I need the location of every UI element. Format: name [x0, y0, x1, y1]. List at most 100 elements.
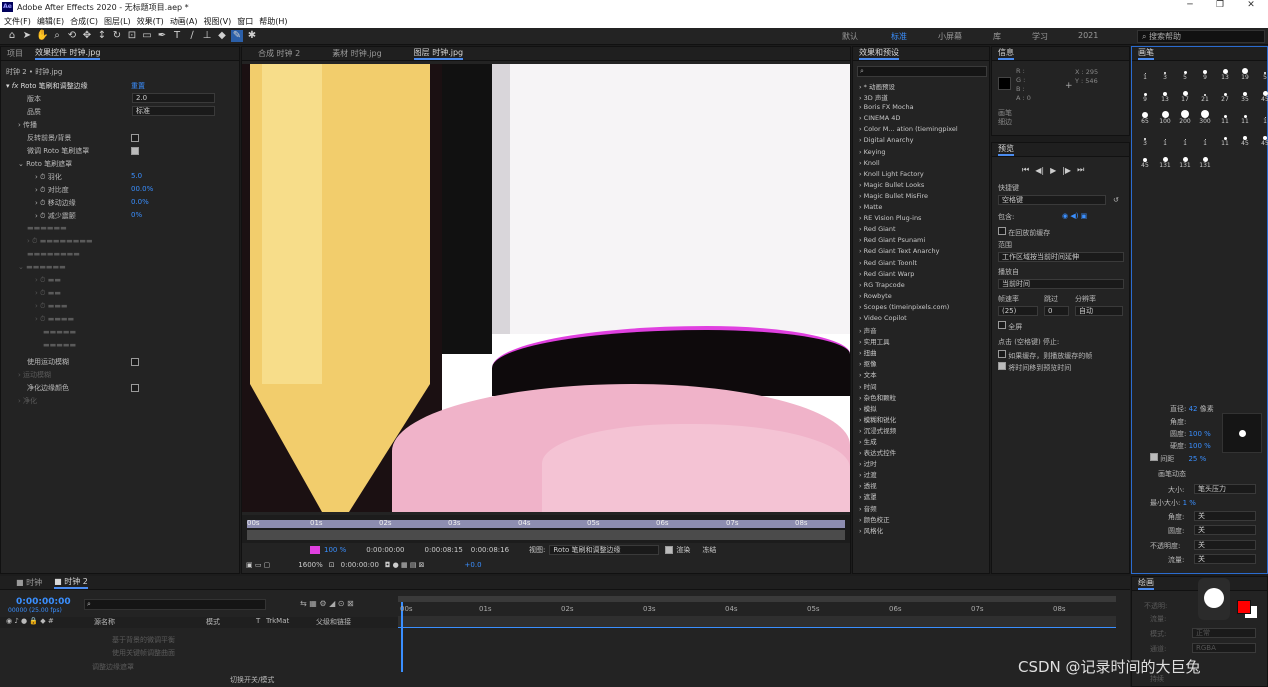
menu-composition[interactable]: 合成(C) [70, 16, 98, 27]
effects-category-item[interactable]: › Matte [855, 203, 989, 214]
brush-tip[interactable]: 27 [1216, 87, 1234, 103]
effects-category-item[interactable]: › 时间 [855, 381, 989, 392]
rotate-tool-icon[interactable]: ↻ [111, 30, 123, 42]
brush-tip[interactable]: 300 [1196, 109, 1214, 125]
brush-tip[interactable]: 11 [1216, 109, 1234, 125]
effects-category-item[interactable]: › 抠像 [855, 358, 989, 369]
effects-category-item[interactable]: › 透视 [855, 480, 989, 491]
brush-tip[interactable]: 21 [1196, 87, 1214, 103]
effects-category-item[interactable]: › 沉浸式视频 [855, 425, 989, 436]
shortcut-select[interactable]: 空格键 [998, 195, 1106, 205]
effects-category-item[interactable]: › Scopes (timeinpixels.com) [855, 303, 989, 314]
close-button[interactable]: ✕ [1241, 0, 1261, 10]
brush-tip[interactable]: 1 [1256, 109, 1268, 125]
av-switches-icons[interactable]: ◉ ♪ ● 🔒 ◆ # [6, 617, 54, 625]
effects-category-item[interactable]: › 过渡 [855, 469, 989, 480]
effects-category-item[interactable]: › 风格化 [855, 525, 989, 536]
brush-tip[interactable]: 11 [1216, 131, 1234, 147]
menu-edit[interactable]: 编辑(E) [37, 16, 64, 27]
decontaminate-checkbox[interactable] [131, 384, 139, 392]
duration-time[interactable]: 0:00:08:16 [471, 546, 509, 554]
effects-category-item[interactable]: › RG Trapcode [855, 281, 989, 292]
hand-tool-icon[interactable]: ✋ [36, 30, 48, 42]
brush-tip[interactable]: 35 [1236, 87, 1254, 103]
effects-category-item[interactable]: › 遮罩 [855, 491, 989, 502]
effects-category-item[interactable]: › Rowbyte [855, 292, 989, 303]
opt1-checkbox[interactable] [998, 350, 1006, 358]
roto-matte-row[interactable]: ⌄ Roto 笔刷遮罩 [18, 159, 72, 169]
pan-behind-icon[interactable]: ⊡ [126, 30, 138, 42]
brush-tip[interactable]: 1 [1176, 131, 1194, 147]
workspace-library[interactable]: 库 [993, 31, 1001, 42]
effects-category-item[interactable]: › Keying [855, 148, 989, 159]
hardness-value[interactable]: 100 % [1189, 442, 1211, 450]
render-checkbox[interactable] [665, 546, 674, 554]
paint-mode-select[interactable]: 正常 [1192, 628, 1256, 638]
timeline-work-area[interactable] [398, 596, 1116, 602]
timeline-layer-bar[interactable] [398, 616, 1116, 628]
tab-footage[interactable]: 素材 时钟.jpg [332, 48, 381, 59]
shift-edge-row[interactable]: › ⏱ 移动边缘 [35, 198, 76, 208]
maximize-button[interactable]: ❐ [1210, 0, 1230, 10]
effects-category-item[interactable]: › Color M... ation (tiemingpixel [855, 125, 989, 136]
brush-tip[interactable]: 45 [1256, 87, 1268, 103]
effects-category-item[interactable]: › 模拟 [855, 403, 989, 414]
opt2-checkbox[interactable] [998, 362, 1006, 370]
effects-category-item[interactable]: › Knoll Light Factory [855, 170, 989, 181]
matte-color-swatch[interactable] [310, 546, 320, 554]
brush-tip[interactable]: 1 [1156, 131, 1174, 147]
contrast-row[interactable]: › ⏱ 对比度 [35, 185, 69, 195]
opt1-row[interactable]: 如果缓存，则播放缓存的帧 [998, 350, 1092, 361]
zoom-tool-icon[interactable]: ⌕ [51, 30, 63, 42]
col-t[interactable]: T [256, 617, 260, 625]
brush-tip[interactable]: 131 [1176, 153, 1194, 169]
invert-checkbox[interactable] [131, 134, 139, 142]
contrast-value[interactable]: 00.0% [131, 185, 153, 193]
menu-window[interactable]: 窗口 [237, 16, 253, 27]
brush-tip[interactable]: 100 [1156, 109, 1174, 125]
roto-brush-icon[interactable]: ✎ [231, 30, 243, 42]
orbit-tool-icon[interactable]: ⟲ [66, 30, 78, 42]
motion-blur-group[interactable]: › 运动模糊 [18, 370, 51, 380]
current-time-display[interactable]: 0:00:00:00 [341, 561, 379, 569]
timeline-row-1[interactable]: 基于背景的微调平衡 [112, 635, 175, 645]
fine-tune-checkbox[interactable] [131, 147, 139, 155]
brush-tip[interactable]: 13 [1156, 87, 1174, 103]
brush-tip[interactable]: 45 [1256, 131, 1268, 147]
pen-tool-icon[interactable]: ✒ [156, 30, 168, 42]
brush-tip[interactable]: 5 [1176, 65, 1194, 81]
exposure-value[interactable]: +0.0 [465, 561, 482, 569]
tab-timeline-clock2[interactable]: ■ 时钟 2 [54, 576, 88, 589]
range-select[interactable]: 工作区域按当前时间延伸 [998, 252, 1124, 262]
tab-layer[interactable]: 图层 时钟.jpg [413, 47, 464, 60]
timeline-switch-icons[interactable]: ⇆ ▦ ⚙ ◢ ⊙ ⊠ [300, 599, 354, 608]
opt2-row[interactable]: 将时间移到预览时间 [998, 362, 1071, 373]
brush-tip[interactable]: 5 [1256, 65, 1268, 81]
brush-tip[interactable]: 17 [1176, 87, 1194, 103]
effects-category-item[interactable]: › 音频 [855, 503, 989, 514]
first-frame-icon[interactable]: ⏮ [1022, 165, 1029, 175]
brush-tip[interactable]: 131 [1156, 153, 1174, 169]
frame-strip[interactable] [247, 530, 845, 540]
effects-category-item[interactable]: › Red Giant [855, 225, 989, 236]
brush-tip[interactable]: 13 [1216, 65, 1234, 81]
effects-category-item[interactable]: › 杂色和颗粒 [855, 392, 989, 403]
timeline-search-input[interactable]: ⌕ [84, 599, 266, 610]
freeze-button[interactable]: 冻结 [702, 545, 716, 555]
brush-tip[interactable]: 200 [1176, 109, 1194, 125]
brush-tip[interactable]: 131 [1196, 153, 1214, 169]
workspace-learn[interactable]: 学习 [1032, 31, 1048, 42]
menu-layer[interactable]: 图层(L) [104, 16, 131, 27]
spacing-value[interactable]: 25 % [1188, 455, 1206, 463]
chatter-row[interactable]: › ⏱ 减少震颤 [35, 211, 76, 221]
angle2-select[interactable]: 关 [1194, 511, 1256, 521]
effects-category-item[interactable]: › Red Giant Psunami [855, 236, 989, 247]
eraser-tool-icon[interactable]: ◆ [216, 30, 228, 42]
timeline-row-3[interactable]: 调整边缘遮罩 [92, 662, 134, 672]
effects-category-item[interactable]: › 实用工具 [855, 336, 989, 347]
col-trkmat[interactable]: TrkMat [266, 617, 289, 625]
brush-tip[interactable]: 1 [1196, 131, 1214, 147]
puppet-tool-icon[interactable]: ✱ [246, 30, 258, 42]
feather-row[interactable]: › ⏱ 羽化 [35, 172, 62, 182]
brush-tip[interactable]: 9 [1196, 65, 1214, 81]
